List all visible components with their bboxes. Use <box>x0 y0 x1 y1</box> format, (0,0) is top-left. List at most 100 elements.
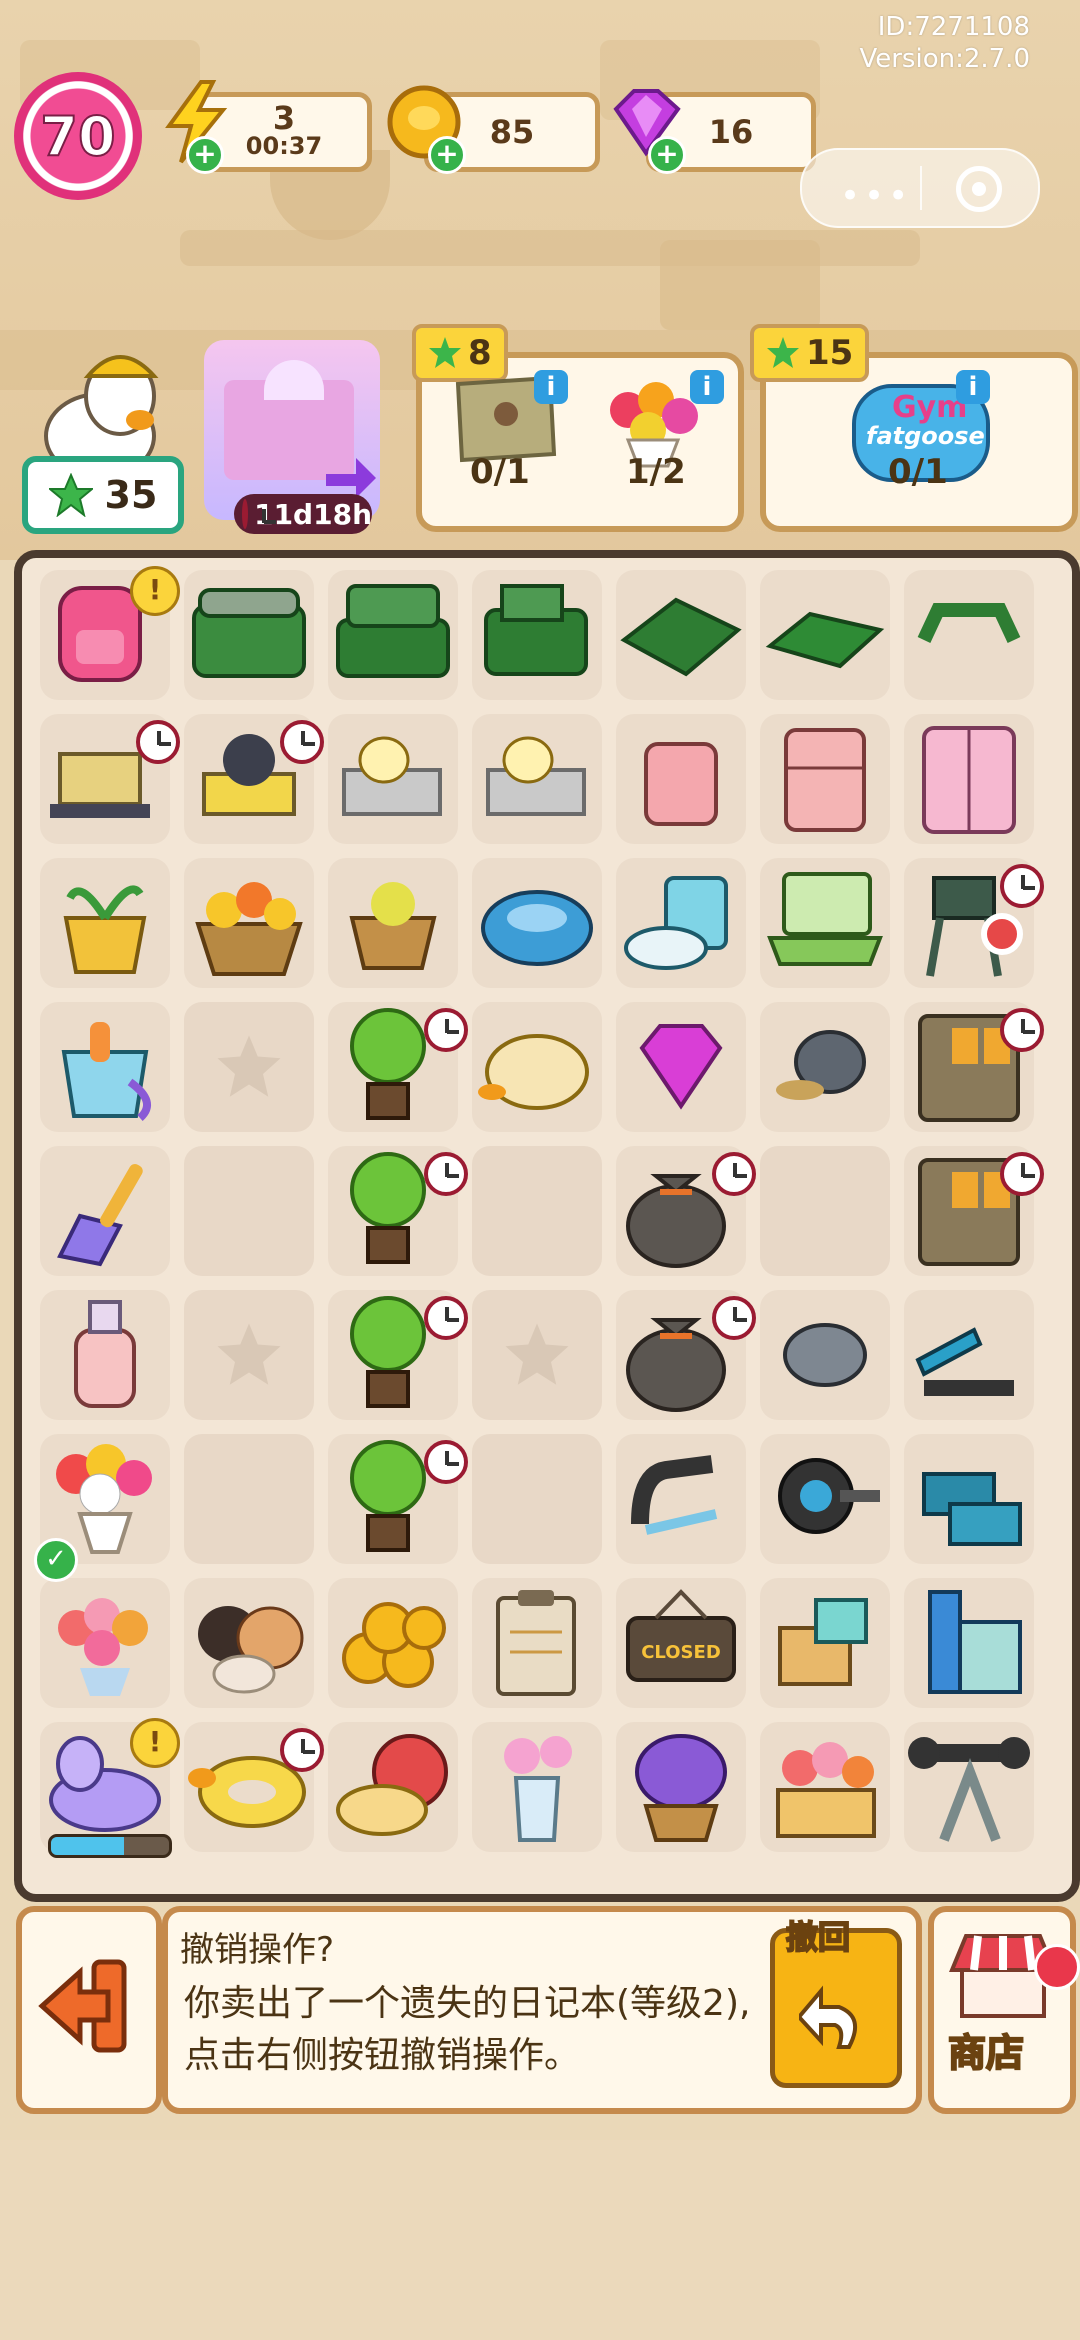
sand-bucket-icon <box>61 1022 152 1121</box>
clock-icon <box>242 499 277 529</box>
order-2-item-1-info[interactable]: i <box>956 370 990 404</box>
board-item-hamsters[interactable] <box>184 1578 314 1708</box>
board-item-toolbox-open-a[interactable] <box>328 570 458 700</box>
gym-sign-subtitle: fatgoose <box>866 422 985 450</box>
empty-cell <box>184 1434 314 1564</box>
cart-duck-icon <box>342 736 442 816</box>
board-item-toolbox-closed[interactable] <box>184 570 314 700</box>
board-item-fridge-small[interactable] <box>616 714 746 844</box>
timer-icon <box>424 1440 468 1484</box>
fridge-small-icon <box>644 742 718 826</box>
empty-cell <box>472 1434 602 1564</box>
event-carnival[interactable] <box>204 340 380 520</box>
empty-cell <box>184 1146 314 1276</box>
board-item-lavender-basket[interactable] <box>616 1722 746 1852</box>
board-item-toolbox-open-b[interactable] <box>472 570 602 700</box>
dustpan-icon <box>57 1164 143 1267</box>
more-icon[interactable]: ••• <box>840 176 912 216</box>
toolbox-tray-icon <box>620 597 742 677</box>
board-item-toolbox-tray[interactable] <box>616 570 746 700</box>
board-item-lotion-bottle[interactable] <box>40 1290 170 1420</box>
board-item-sand-bucket[interactable] <box>40 1002 170 1132</box>
coin-value: 85 <box>489 113 535 151</box>
star-icon <box>767 337 799 368</box>
timer-icon <box>1000 1152 1044 1196</box>
timer-icon <box>1000 864 1044 908</box>
board-item-cart-duck[interactable] <box>472 714 602 844</box>
board-item-snail-pillow[interactable] <box>328 1722 458 1852</box>
board-item-flower-crate[interactable] <box>760 1722 890 1852</box>
add-gems-button[interactable]: + <box>648 136 686 174</box>
robot-vacuum-icon <box>481 890 593 966</box>
fridge-medium-icon <box>784 728 866 832</box>
timer-icon <box>424 1296 468 1340</box>
flower-basket-large-icon <box>195 882 303 976</box>
add-energy-button[interactable]: + <box>186 136 224 174</box>
snail-pillow-icon <box>336 1734 448 1836</box>
yoga-blocks-icon <box>922 1472 1022 1546</box>
checkmark-icon: ✓ <box>34 1538 78 1582</box>
parcel-boxes-icon <box>778 1598 868 1686</box>
order-1-item-2-info[interactable]: i <box>690 370 724 404</box>
board-item-parcel-boxes[interactable] <box>760 1578 890 1708</box>
fridge-large-icon <box>922 726 1016 834</box>
sleeping-duck-icon <box>478 1034 589 1110</box>
board-item-laptop[interactable] <box>760 858 890 988</box>
gem-value: 16 <box>708 113 754 151</box>
hand-grip-icon <box>631 1455 718 1535</box>
board-item-fridge-medium[interactable] <box>760 714 890 844</box>
event-timer-value: 11d18h <box>254 497 372 531</box>
board-item-gem[interactable] <box>616 1002 746 1132</box>
player-level-badge[interactable]: 70 <box>14 72 142 200</box>
coin-pile-icon <box>342 1602 446 1688</box>
empty-cell <box>472 1146 602 1276</box>
star-placeholder-icon <box>505 1323 569 1385</box>
board-item-cart-duck[interactable] <box>328 714 458 844</box>
shop-button[interactable] <box>928 1906 1076 2114</box>
alert-bubble-icon: ! <box>130 566 180 616</box>
handle-icon <box>917 603 1021 643</box>
tulip-bouquet-icon <box>58 1598 148 1696</box>
board-item-flower-basket-small[interactable] <box>328 858 458 988</box>
timer-icon <box>280 720 324 764</box>
board-item-ab-bench[interactable] <box>904 1290 1034 1420</box>
board-item-tulip-bouquet[interactable] <box>40 1578 170 1708</box>
timer-icon <box>712 1152 756 1196</box>
toolbox-closed-icon <box>192 588 306 678</box>
progress-fill <box>51 1837 125 1855</box>
order-1-item-2-count: 1/2 <box>626 452 686 492</box>
timer-icon <box>280 1728 324 1772</box>
board-item-robot-vacuum[interactable] <box>472 858 602 988</box>
exit-icon <box>38 1959 127 2053</box>
lavender-basket-icon <box>635 1734 727 1842</box>
star-counter: 35 <box>22 456 184 534</box>
board-item-toolbox-lid[interactable] <box>760 570 890 700</box>
board-item-shell[interactable] <box>760 1290 890 1420</box>
board-item-flower-basket-large[interactable] <box>184 858 314 988</box>
board-item-yoga-blocks[interactable] <box>904 1434 1034 1564</box>
board-item-sleeping-duck[interactable] <box>472 1002 602 1132</box>
board-item-clipboard[interactable] <box>472 1578 602 1708</box>
order-1-item-1-info[interactable]: i <box>534 370 568 404</box>
board-item-building[interactable] <box>904 1578 1034 1708</box>
board-item-hand-grip[interactable] <box>616 1434 746 1564</box>
add-coins-button[interactable]: + <box>428 136 466 174</box>
board-item-coin-pile[interactable] <box>328 1578 458 1708</box>
toolbox-lid-icon <box>765 611 885 669</box>
board-item-weight-bench[interactable] <box>904 1722 1034 1852</box>
board-item-snail[interactable] <box>760 1002 890 1132</box>
board-item-glass-vase[interactable] <box>472 1722 602 1852</box>
alert-bubble-icon: ! <box>130 1718 180 1768</box>
flower-crate-icon <box>776 1742 876 1838</box>
order-2-reward: 15 <box>750 324 870 382</box>
close-miniprogram-icon[interactable] <box>956 166 1002 212</box>
board-item-closed-sign[interactable]: CLOSED <box>616 1578 746 1708</box>
exit-button[interactable] <box>16 1906 162 2114</box>
board-item-sprout-pot[interactable] <box>40 858 170 988</box>
board-item-robot-vacuum-dock[interactable] <box>616 858 746 988</box>
board-item-handle[interactable] <box>904 570 1034 700</box>
board-item-ab-roller[interactable] <box>760 1434 890 1564</box>
board-item-fridge-large[interactable] <box>904 714 1034 844</box>
snail-icon <box>776 1030 866 1100</box>
board-item-dustpan[interactable] <box>40 1146 170 1276</box>
